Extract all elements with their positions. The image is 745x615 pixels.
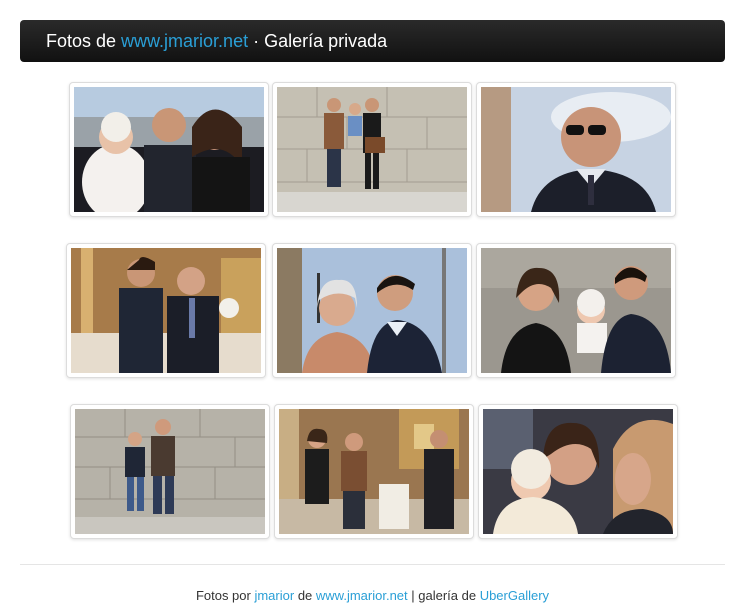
footer-text-1: Fotos por bbox=[195, 588, 255, 603]
gallery-thumb-3[interactable] bbox=[476, 82, 676, 217]
footer-author-link[interactable]: jmarior bbox=[254, 588, 294, 603]
header-prefix: Fotos de bbox=[46, 31, 122, 51]
footer-divider bbox=[20, 564, 725, 565]
gallery-thumb-1[interactable] bbox=[69, 82, 269, 217]
photo-baby-women-closeup bbox=[483, 409, 673, 534]
photo-older-woman-man-street bbox=[277, 248, 467, 373]
photo-stone-wall-family bbox=[277, 87, 467, 212]
gallery-thumb-8[interactable] bbox=[274, 404, 474, 539]
photo-church-two-men bbox=[71, 248, 261, 373]
gallery-thumb-6[interactable] bbox=[476, 243, 676, 378]
header-site-link[interactable]: www.jmarior.net bbox=[121, 31, 248, 51]
footer-site-link[interactable]: www.jmarior.net bbox=[316, 588, 408, 603]
footer-text-2: de bbox=[294, 588, 316, 603]
gallery-thumb-2[interactable] bbox=[272, 82, 472, 217]
gallery-thumb-7[interactable] bbox=[70, 404, 270, 539]
footer-gallery-link[interactable]: UberGallery bbox=[480, 588, 549, 603]
footer-text-3: | galería de bbox=[407, 588, 480, 603]
gallery-thumb-9[interactable] bbox=[478, 404, 678, 539]
photo-boys-stone-wall bbox=[75, 409, 265, 534]
page-footer: Fotos por jmarior de www.jmarior.net | g… bbox=[0, 588, 745, 603]
gallery-thumb-4[interactable] bbox=[66, 243, 266, 378]
photo-outdoor-family-baby bbox=[74, 87, 264, 212]
photo-church-altar-group bbox=[279, 409, 469, 534]
photo-man-sunglasses-sky bbox=[481, 87, 671, 212]
page-header: Fotos de www.jmarior.net · Galería priva… bbox=[20, 20, 725, 62]
photo-couple-baby-stone bbox=[481, 248, 671, 373]
header-suffix: · Galería privada bbox=[248, 31, 388, 51]
gallery-thumb-5[interactable] bbox=[272, 243, 472, 378]
